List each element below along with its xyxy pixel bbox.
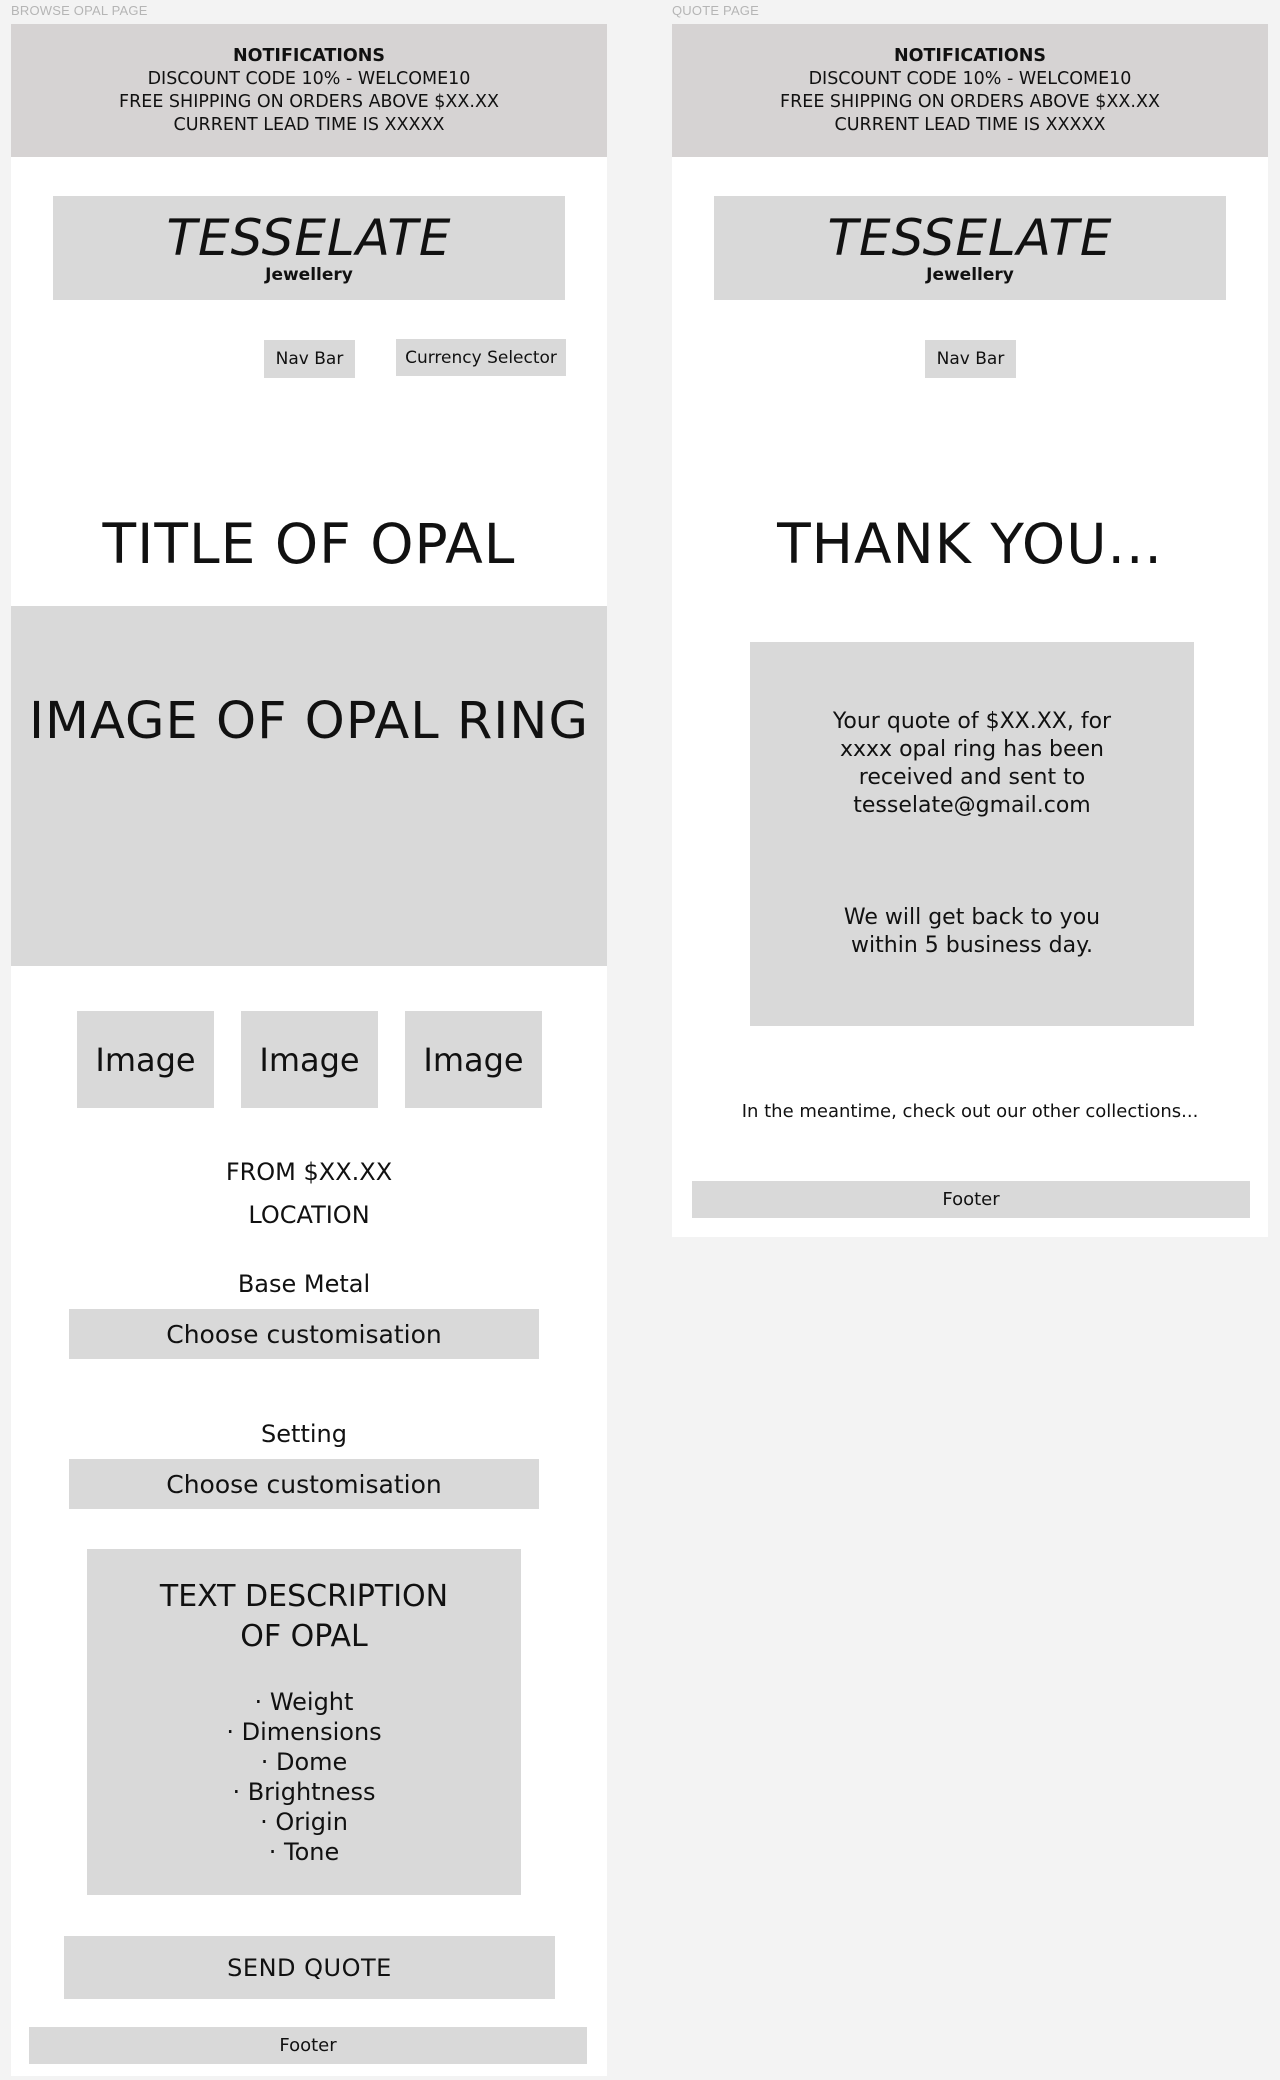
quote-message-email: tesselate@gmail.com: [853, 793, 1091, 818]
logo-brand: TESSELATE: [827, 209, 1113, 267]
nav-bar-button[interactable]: Nav Bar: [925, 340, 1016, 378]
quote-page: NOTIFICATIONS DISCOUNT CODE 10% - WELCOM…: [672, 24, 1268, 1237]
nav-bar-button[interactable]: Nav Bar: [264, 340, 355, 378]
description-list: Weight Dimensions Dome Brightness Origin…: [226, 1687, 382, 1867]
footer: Footer: [692, 1181, 1250, 1218]
notification-line: FREE SHIPPING ON ORDERS ABOVE $XX.XX: [119, 91, 499, 112]
notification-line: DISCOUNT CODE 10% - WELCOME10: [808, 68, 1132, 89]
setting-select[interactable]: Choose customisation: [69, 1459, 539, 1509]
currency-selector[interactable]: Currency Selector: [396, 339, 566, 376]
quote-confirmation-panel: Your quote of $XX.XX, for xxxx opal ring…: [750, 642, 1194, 1026]
price-text: FROM $XX.XX: [225, 1158, 393, 1186]
quote-followup-line: We will get back to you: [843, 905, 1101, 930]
notification-line: FREE SHIPPING ON ORDERS ABOVE $XX.XX: [780, 91, 1160, 112]
description-item: Dimensions: [226, 1717, 382, 1747]
notifications-title: NOTIFICATIONS: [232, 45, 386, 66]
frame-label-quote: QUOTE PAGE: [672, 3, 759, 18]
page-title: TITLE OF OPAL: [102, 512, 516, 576]
thumbnail-image[interactable]: Image: [77, 1011, 214, 1108]
logo-subtitle: Jewellery: [926, 265, 1014, 285]
notification-line: DISCOUNT CODE 10% - WELCOME10: [147, 68, 471, 89]
hero-image: IMAGE OF OPAL RING: [11, 606, 607, 966]
quote-message-line: Your quote of $XX.XX, for: [832, 709, 1112, 734]
page-title: THANK YOU...: [777, 512, 1163, 576]
quote-message-line: received and sent to: [858, 765, 1086, 790]
notifications-banner: NOTIFICATIONS DISCOUNT CODE 10% - WELCOM…: [11, 24, 607, 157]
thumbnail-image[interactable]: Image: [405, 1011, 542, 1108]
description-item: Dome: [226, 1747, 381, 1777]
notifications-banner: NOTIFICATIONS DISCOUNT CODE 10% - WELCOM…: [672, 24, 1268, 157]
browse-opal-page: NOTIFICATIONS DISCOUNT CODE 10% - WELCOM…: [11, 24, 607, 2076]
base-metal-select[interactable]: Choose customisation: [69, 1309, 539, 1359]
notification-line: CURRENT LEAD TIME IS XXXXX: [173, 114, 445, 135]
send-quote-button[interactable]: SEND QUOTE: [64, 1936, 555, 1999]
collections-link[interactable]: In the meantime, check out our other col…: [672, 1094, 1268, 1128]
description-title: OF OPAL: [240, 1619, 368, 1654]
quote-message-line: xxxx opal ring has been: [840, 737, 1104, 762]
thumbnail-image[interactable]: Image: [241, 1011, 378, 1108]
quote-followup-line: within 5 business day.: [851, 933, 1093, 958]
notifications-title: NOTIFICATIONS: [893, 45, 1047, 66]
setting-label: Setting: [261, 1420, 347, 1448]
logo-subtitle: Jewellery: [265, 265, 353, 285]
price-location: FROM $XX.XX LOCATION: [11, 1151, 607, 1237]
description-item: Origin: [226, 1807, 381, 1837]
description-item: Tone: [226, 1837, 381, 1867]
logo[interactable]: TESSELATE Jewellery: [714, 196, 1226, 300]
frame-label-browse: BROWSE OPAL PAGE: [11, 3, 148, 18]
logo[interactable]: TESSELATE Jewellery: [53, 196, 565, 300]
base-metal-label: Base Metal: [237, 1270, 371, 1298]
description-title: TEXT DESCRIPTION: [159, 1579, 449, 1614]
description-item: Brightness: [226, 1777, 381, 1807]
logo-brand: TESSELATE: [166, 209, 452, 267]
footer: Footer: [29, 2027, 587, 2064]
description-item: Weight: [226, 1687, 381, 1717]
opal-description: TEXT DESCRIPTION OF OPAL Weight Dimensio…: [87, 1549, 521, 1895]
location-text: LOCATION: [248, 1201, 370, 1229]
notification-line: CURRENT LEAD TIME IS XXXXX: [834, 114, 1106, 135]
